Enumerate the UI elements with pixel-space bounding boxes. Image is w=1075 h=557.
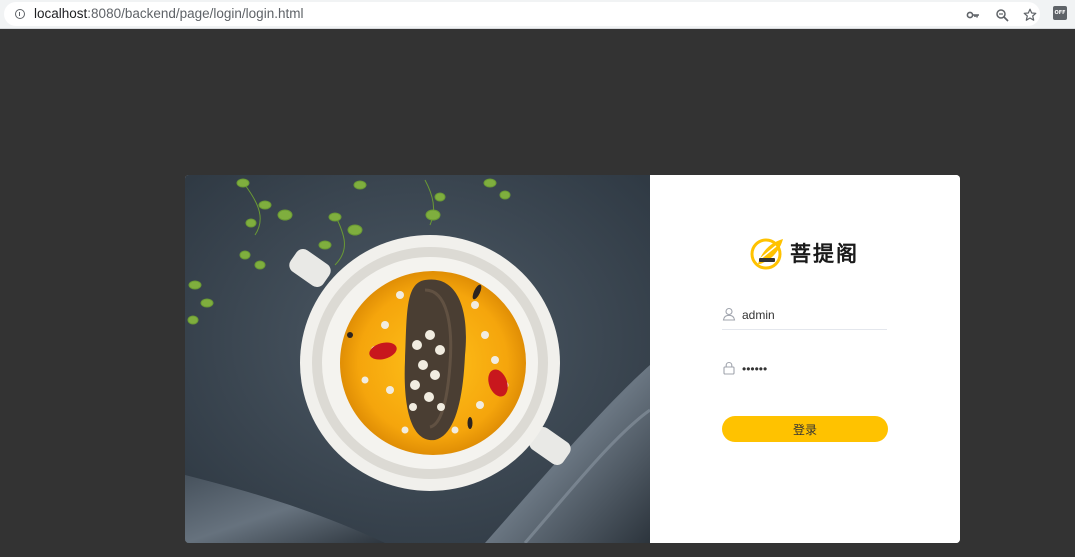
lock-icon: [723, 361, 735, 375]
extension-icon[interactable]: OFF: [1053, 6, 1067, 20]
url-path: :8080/backend/page/login/login.html: [87, 6, 304, 21]
address-bar[interactable]: localhost:8080/backend/page/login/login.…: [4, 2, 1040, 26]
food-photo: [185, 175, 650, 543]
brand-name: 菩提阁: [790, 242, 859, 266]
login-button[interactable]: 登录: [722, 416, 888, 442]
password-field: [722, 357, 887, 383]
login-form-panel: 菩提阁 登录: [650, 175, 960, 543]
url-text[interactable]: localhost:8080/backend/page/login/login.…: [34, 6, 303, 22]
username-field: [722, 303, 887, 330]
username-input[interactable]: [742, 305, 882, 325]
user-icon: [722, 307, 736, 321]
brand-logo: 菩提阁: [750, 235, 859, 271]
password-input[interactable]: [742, 359, 882, 379]
site-info-icon[interactable]: [15, 9, 25, 19]
browser-toolbar: localhost:8080/backend/page/login/login.…: [0, 0, 1075, 29]
zoom-icon[interactable]: [995, 8, 1009, 22]
url-host: localhost: [34, 6, 88, 21]
bookmark-star-icon[interactable]: [1023, 8, 1037, 22]
brand-leaf-icon: [750, 238, 783, 270]
key-icon[interactable]: [966, 8, 980, 22]
login-card: 菩提阁 登录: [185, 175, 960, 543]
